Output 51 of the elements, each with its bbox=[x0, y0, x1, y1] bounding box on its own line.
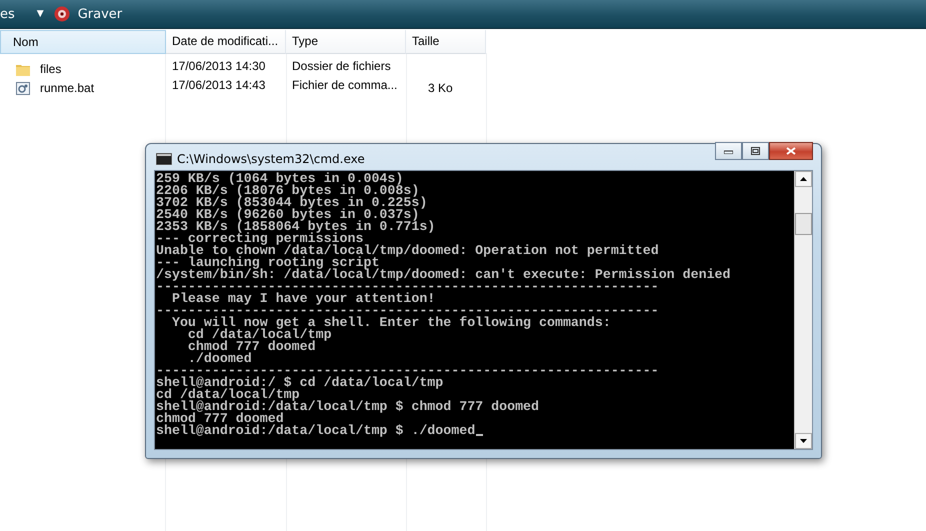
column-header[interactable]: Date de modificati... bbox=[166, 30, 286, 54]
maximize-icon bbox=[751, 147, 760, 155]
type-cell-text: Fichier de comma... bbox=[291, 77, 398, 94]
folder-icon bbox=[16, 62, 30, 76]
date-cell-text: 17/06/2013 14:30 bbox=[171, 58, 266, 75]
console-line: shell@android:/data/local/tmp $ chmod 777 doomed bbox=[156, 401, 540, 413]
console-line: --------------------------------------------------------------- bbox=[156, 281, 659, 293]
console-line: 259 KB/s (1064 bytes in 0.004s) bbox=[156, 173, 404, 185]
console-line: Please may I have your attention! bbox=[170, 293, 436, 305]
maximize-button[interactable] bbox=[742, 142, 769, 160]
console-line: 2353 KB/s (1858064 bytes in 0.771s) bbox=[156, 221, 436, 233]
console-line: Unable to chown /data/local/tmp/doomed: Operation not permitted bbox=[156, 245, 659, 257]
console-line: ./doomed bbox=[186, 353, 252, 365]
console-line: chmod 777 doomed bbox=[156, 413, 284, 425]
console-line: chmod 777 doomed bbox=[186, 341, 316, 353]
scroll-down-icon[interactable] bbox=[800, 439, 807, 443]
scroll-thumb[interactable] bbox=[795, 213, 812, 235]
window-title: C:\Windows\system32\cmd.exe bbox=[177, 152, 366, 166]
toolbar-button[interactable]: es bbox=[0, 6, 15, 22]
console-line: You will now get a shell. Enter the following commands: bbox=[170, 317, 611, 329]
column-header[interactable]: Type bbox=[286, 30, 406, 54]
console-line: --------------------------------------------------------------- bbox=[156, 305, 659, 317]
date-cell-text: 17/06/2013 14:43 bbox=[171, 77, 266, 94]
toolbar-button[interactable]: Graver bbox=[78, 6, 122, 22]
console-line: shell@android:/data/local/tmp $ ./doomed bbox=[156, 425, 476, 437]
console-line: 2206 KB/s (18076 bytes in 0.008s) bbox=[156, 185, 420, 197]
console-line: cd /data/local/tmp bbox=[156, 389, 300, 401]
console-line: --------------------------------------------------------------- bbox=[156, 365, 659, 377]
minimize-icon bbox=[724, 148, 733, 154]
close-button[interactable] bbox=[769, 142, 813, 160]
console-line: --- correcting permissions bbox=[156, 233, 364, 245]
console-line: cd /data/local/tmp bbox=[186, 329, 332, 341]
scroll-up-icon[interactable] bbox=[800, 177, 807, 181]
console-line: /system/bin/sh: /data/local/tmp/doomed: can't execute: Permission denied bbox=[156, 269, 731, 281]
file-name[interactable]: files bbox=[34, 59, 68, 79]
text-cursor bbox=[476, 434, 484, 436]
console-icon bbox=[156, 153, 172, 165]
disc-icon bbox=[54, 6, 70, 22]
close-icon bbox=[786, 147, 796, 155]
size-cell-text: 3 Ko bbox=[427, 80, 454, 97]
column-header[interactable]: Taille bbox=[406, 30, 486, 54]
console-line: 3702 KB/s (853044 bytes in 0.225s) bbox=[156, 197, 428, 209]
console-line: shell@android:/ $ cd /data/local/tmp bbox=[156, 377, 444, 389]
console-line: 2540 KB/s (96260 bytes in 0.037s) bbox=[156, 209, 420, 221]
minimize-button[interactable] bbox=[715, 142, 742, 160]
column-header[interactable]: Nom bbox=[0, 30, 166, 54]
type-cell-text: Dossier de fichiers bbox=[291, 58, 392, 75]
console-line: --- launching rooting script bbox=[156, 257, 380, 269]
scrollbar[interactable] bbox=[794, 171, 812, 449]
file-name[interactable]: runme.bat bbox=[34, 78, 100, 98]
dropdown-caret[interactable]: ▼ bbox=[36, 9, 44, 19]
